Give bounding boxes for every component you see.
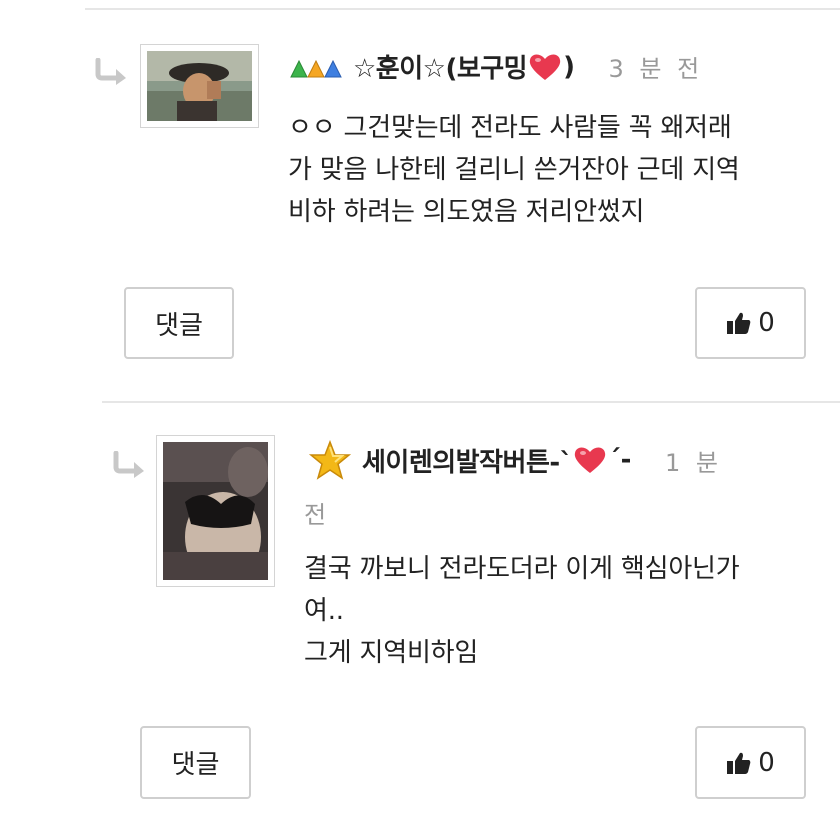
gold-star-level-icon: [308, 440, 352, 480]
timestamp: 3 분 전: [608, 55, 704, 83]
thumbs-up-icon: [727, 312, 751, 334]
avatar[interactable]: [140, 44, 259, 128]
timestamp: 1 분: [664, 448, 722, 477]
comment-header: 세이렌의발작버튼-` ´- 1 분: [308, 440, 722, 480]
comment-thread: ☆훈이☆(보구밍 ) 3 분 전 ㅇㅇ 그건맞는데 전라도 사람들 꼭 왜저래 …: [0, 0, 840, 820]
nickname-suffix: ): [563, 51, 575, 82]
avatar-image: [147, 51, 252, 121]
divider: [85, 8, 840, 10]
avatar-image: [163, 442, 268, 580]
reply-button[interactable]: 댓글: [140, 726, 251, 799]
reply-button[interactable]: 댓글: [124, 287, 234, 359]
nickname[interactable]: ☆훈이☆(보구밍: [353, 48, 528, 85]
nickname[interactable]: 세이렌의발작버튼-`: [362, 442, 573, 479]
reply-arrow-icon: [95, 58, 126, 85]
reply-arrow-icon: [113, 451, 144, 478]
triple-triangle-level-icon: [290, 59, 342, 77]
like-button[interactable]: 0: [695, 287, 806, 359]
timestamp-continued: 전: [304, 501, 331, 529]
like-count: 0: [758, 308, 775, 338]
comment-header: ☆훈이☆(보구밍 ) 3 분 전: [289, 48, 703, 85]
divider: [102, 401, 840, 403]
thumbs-up-icon: [727, 752, 751, 774]
heart-icon: [529, 54, 561, 80]
like-button[interactable]: 0: [695, 726, 806, 799]
heart-icon: [574, 447, 606, 473]
comment-body: 결국 까보니 전라도더라 이게 핵심아닌가 여.. 그게 지역비하임: [304, 554, 740, 668]
nickname-suffix: ´-: [608, 445, 631, 475]
comment-body: ㅇㅇ 그건맞는데 전라도 사람들 꼭 왜저래 가 맞음 나한테 걸리니 쓴거잔아…: [288, 113, 740, 227]
avatar[interactable]: [156, 435, 275, 587]
like-count: 0: [758, 747, 775, 778]
